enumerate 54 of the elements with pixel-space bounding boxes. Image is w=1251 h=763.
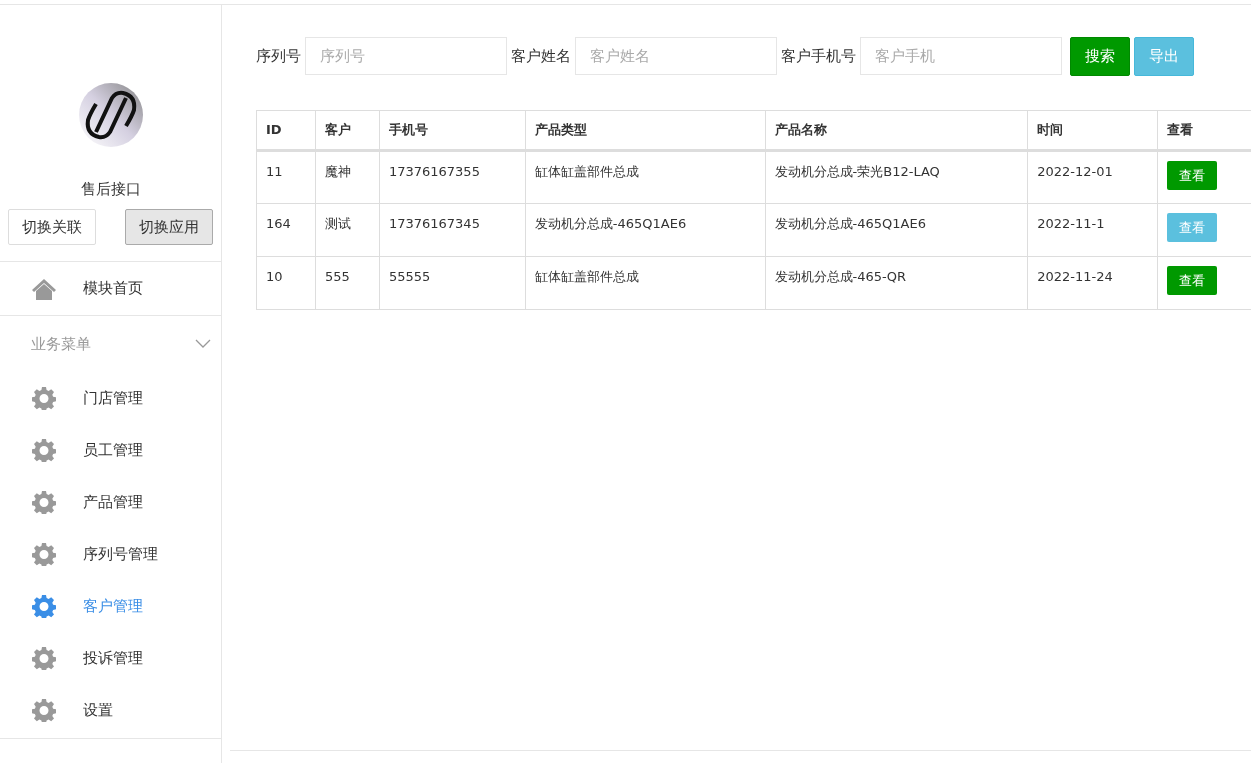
table-cell: 发动机分总成-荣光B12-LAQ bbox=[765, 150, 1028, 203]
switch-button[interactable]: 切换关联 bbox=[8, 208, 96, 245]
switch-button[interactable]: 切换应用 bbox=[125, 208, 213, 245]
view-button[interactable]: 查看 bbox=[1167, 160, 1218, 190]
gear-icon bbox=[32, 542, 56, 566]
app-name: 售后接口 bbox=[79, 179, 142, 200]
table-cell: 2022-11-1 bbox=[1027, 203, 1158, 256]
table-cell: 发动机分总成-465Q1AE6 bbox=[765, 203, 1028, 256]
table-cell: 55555 bbox=[379, 256, 526, 309]
table-cell: 缸体缸盖部件总成 bbox=[525, 150, 766, 203]
table-cell: 2022-12-01 bbox=[1027, 150, 1158, 203]
nav-item[interactable]: 产品管理 bbox=[0, 476, 221, 528]
home-icon bbox=[32, 276, 56, 301]
table-cell: 魔神 bbox=[315, 150, 380, 203]
table-cell: 测试 bbox=[315, 203, 380, 256]
gear-icon bbox=[32, 646, 56, 670]
nav-item[interactable]: 门店管理 bbox=[0, 372, 221, 424]
table-cell: 发动机分总成-465Q1AE6 bbox=[525, 203, 766, 256]
column-header: 客户 bbox=[315, 110, 380, 150]
nav-item[interactable]: 客户管理 bbox=[0, 580, 221, 632]
table-cell: 164 bbox=[256, 203, 316, 256]
nav-item[interactable]: 投诉管理 bbox=[0, 632, 221, 684]
gear-icon bbox=[32, 490, 56, 514]
table-cell: 11 bbox=[256, 150, 316, 203]
table-cell: 发动机分总成-465-QR bbox=[765, 256, 1028, 309]
field-label: 客户姓名 bbox=[511, 46, 571, 67]
action-button[interactable]: 搜索 bbox=[1070, 37, 1130, 76]
table-cell: 17376167345 bbox=[379, 203, 526, 256]
search-field[interactable]: 客户手机 bbox=[860, 37, 1062, 76]
view-button[interactable]: 查看 bbox=[1167, 265, 1218, 295]
search-field[interactable]: 序列号 bbox=[305, 37, 507, 76]
gear-icon bbox=[32, 594, 56, 618]
table-cell: 555 bbox=[315, 256, 380, 309]
gear-icon bbox=[32, 386, 56, 410]
column-header: 产品名称 bbox=[765, 110, 1028, 150]
menu-group-title: 业务菜单 bbox=[31, 333, 91, 355]
column-header: 产品类型 bbox=[525, 110, 766, 150]
gear-icon bbox=[32, 698, 56, 722]
search-field[interactable]: 客户姓名 bbox=[575, 37, 777, 76]
column-header: ID bbox=[256, 110, 316, 150]
nav-item[interactable]: 员工管理 bbox=[0, 424, 221, 476]
nav-item[interactable]: 设置 bbox=[0, 684, 221, 736]
table-cell: 10 bbox=[256, 256, 316, 309]
column-header: 时间 bbox=[1027, 110, 1158, 150]
table-cell: 2022-11-24 bbox=[1027, 256, 1158, 309]
nav-item[interactable]: 模块首页 bbox=[0, 261, 221, 316]
field-label: 序列号 bbox=[256, 46, 301, 67]
nav-item[interactable]: 序列号管理 bbox=[0, 528, 221, 580]
column-header: 查看 bbox=[1157, 110, 1251, 150]
gear-icon bbox=[32, 438, 56, 462]
field-label: 客户手机号 bbox=[781, 46, 856, 67]
column-header: 手机号 bbox=[379, 110, 526, 150]
table-cell: 缸体缸盖部件总成 bbox=[525, 256, 766, 309]
table-cell: 17376167355 bbox=[379, 150, 526, 203]
